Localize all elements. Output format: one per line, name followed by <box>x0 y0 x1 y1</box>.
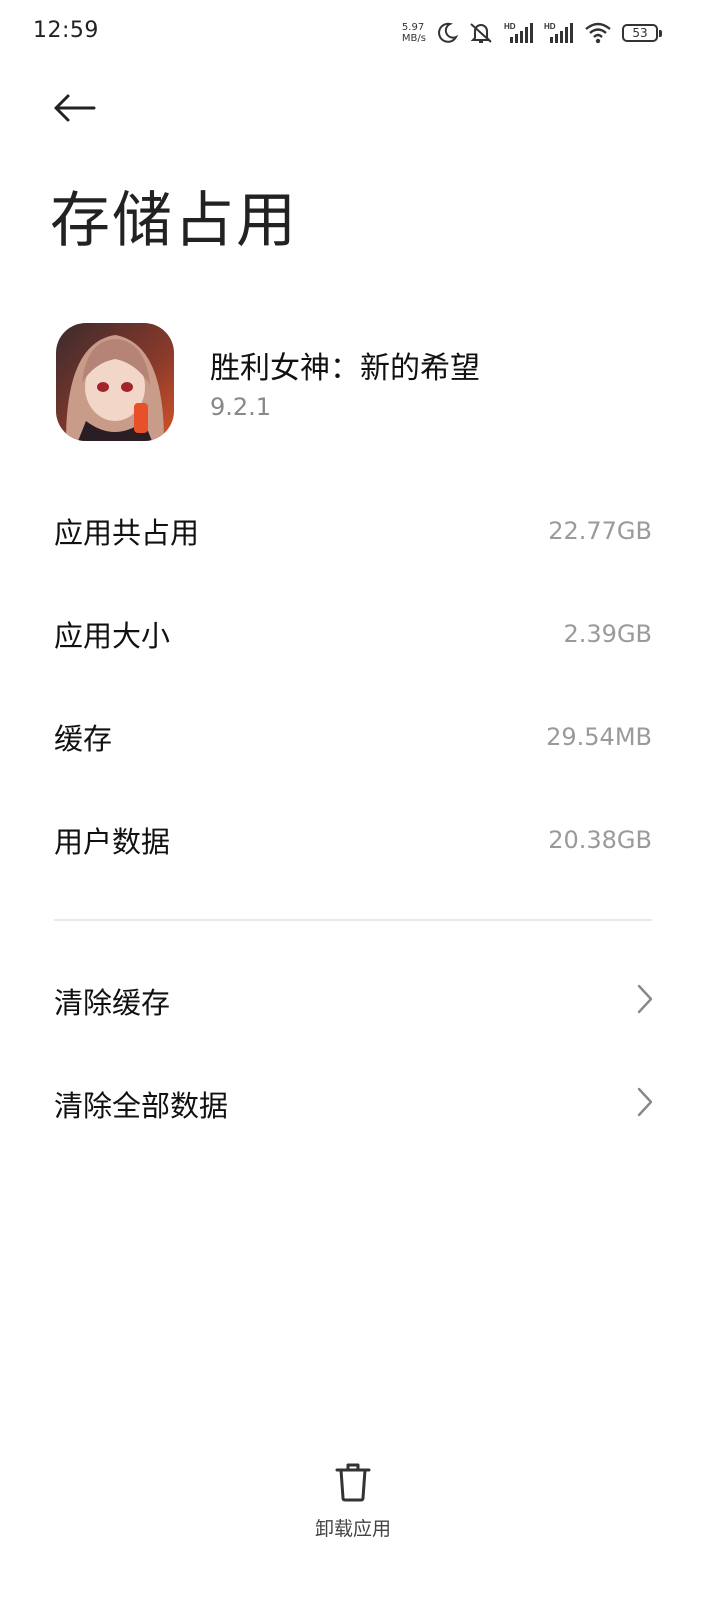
battery-icon: 53 <box>622 23 664 43</box>
divider <box>54 919 652 921</box>
clear-cache-button[interactable]: 清除缓存 <box>54 969 654 1033</box>
chevron-right-icon <box>636 983 654 1019</box>
storage-row-value: 20.38GB <box>548 826 652 854</box>
back-arrow-icon <box>52 93 96 127</box>
network-speed: 5.97 MB/s <box>402 22 426 44</box>
app-version: 9.2.1 <box>210 393 272 421</box>
clear-all-data-label: 清除全部数据 <box>54 1089 229 1123</box>
hd-signal-icon: HD <box>544 21 574 45</box>
page-title: 存储占用 <box>50 186 298 256</box>
storage-row-label: 应用大小 <box>54 619 171 653</box>
trash-icon <box>335 1462 371 1506</box>
battery-level: 53 <box>622 24 658 42</box>
app-name: 胜利女神：新的希望 <box>210 351 480 386</box>
status-bar: 12:59 5.97 MB/s HD HD 53 <box>0 0 720 64</box>
storage-row-value: 2.39GB <box>563 620 653 648</box>
moon-icon <box>436 22 458 44</box>
storage-row-label: 缓存 <box>54 722 113 756</box>
svg-text:HD: HD <box>504 22 516 31</box>
svg-text:HD: HD <box>544 22 556 31</box>
uninstall-label: 卸载应用 <box>314 1518 391 1540</box>
storage-row-value: 29.54MB <box>546 723 652 751</box>
hd-signal-icon: HD <box>504 21 534 45</box>
status-time: 12:59 <box>33 18 99 43</box>
network-speed-unit: MB/s <box>401 33 426 44</box>
clear-cache-label: 清除缓存 <box>54 986 171 1020</box>
wifi-icon <box>584 21 612 45</box>
storage-row-cache: 缓存 29.54MB <box>54 707 652 767</box>
storage-row-total: 应用共占用 22.77GB <box>54 501 652 561</box>
storage-row-label: 用户数据 <box>54 825 171 859</box>
storage-row-label: 应用共占用 <box>54 516 200 550</box>
status-icons: 5.97 MB/s HD HD 53 <box>402 18 664 48</box>
storage-row-app-size: 应用大小 2.39GB <box>54 604 652 664</box>
storage-row-value: 22.77GB <box>548 517 652 545</box>
mute-bell-icon <box>468 21 494 45</box>
clear-all-data-button[interactable]: 清除全部数据 <box>54 1072 654 1136</box>
chevron-right-icon <box>636 1086 654 1122</box>
uninstall-button[interactable]: 卸载应用 <box>300 1462 406 1542</box>
back-button[interactable] <box>44 84 104 136</box>
network-speed-value: 5.97 <box>401 22 425 33</box>
app-icon <box>56 323 174 441</box>
storage-row-user-data: 用户数据 20.38GB <box>54 810 652 870</box>
